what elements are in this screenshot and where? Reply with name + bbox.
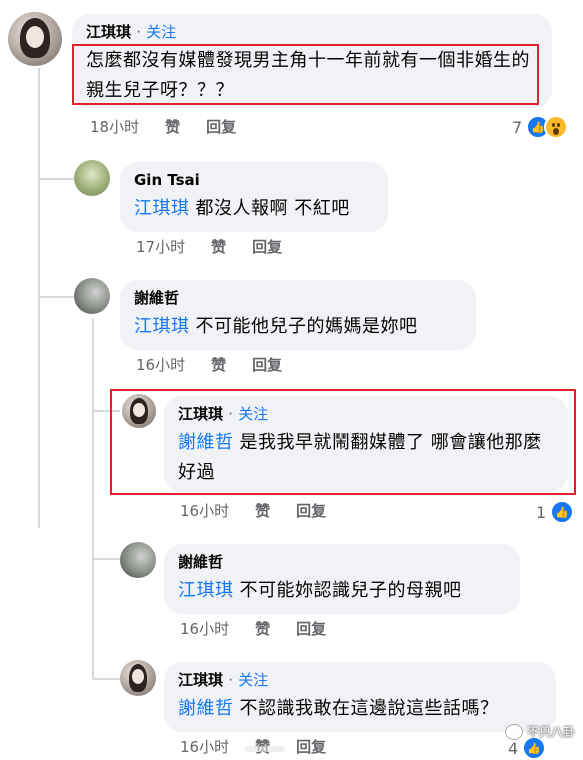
timestamp[interactable]: 16小时 [180,618,229,639]
author-name[interactable]: 謝維哲 [178,553,223,571]
reply-button[interactable]: 回复 [296,736,326,757]
comment-body: 不認識我敢在這邊說這些話嗎？ [239,698,499,719]
comment-header: 江琪琪 · 关注 [86,22,538,42]
author-name[interactable]: Gin Tsai [134,171,200,189]
watermark-logo [245,746,285,752]
comment-text: 謝維哲 不認識我敢在這邊說這些話嗎？ [178,694,542,724]
author-name[interactable]: 謝維哲 [134,289,179,307]
highlight-box [72,44,539,105]
comment-bubble: Gin Tsai 江琪琪 都沒人報啊 不紅吧 [120,162,388,232]
comment-text: 江琪琪 不可能妳認識兒子的母親吧 [178,576,506,606]
timestamp[interactable]: 16小时 [180,500,229,521]
avatar[interactable] [74,278,110,314]
comment-body: 都沒人報啊 不紅吧 [195,198,350,219]
comment-header: 謝維哲 [134,288,462,308]
comment-header: Gin Tsai [134,170,374,190]
thread-connector [38,178,74,180]
avatar[interactable] [120,660,156,696]
reaction-count: 1 [536,502,547,522]
thread-line-main [38,68,40,528]
wow-reaction-icon [544,115,569,139]
thread-connector [38,296,74,298]
comment-actions: 16小时 赞 回复 [136,354,282,375]
like-reaction-icon: 👍 [550,500,575,524]
reaction-summary[interactable]: 1 👍 [536,500,575,524]
timestamp[interactable]: 16小时 [180,736,229,757]
comment-actions: 18小时 赞 回复 [90,116,236,137]
mention-link[interactable]: 江琪琪 [134,198,190,219]
reply-button[interactable]: 回复 [252,236,282,257]
highlight-box [110,389,576,495]
timestamp[interactable]: 16小时 [136,354,185,375]
like-button[interactable]: 赞 [255,618,270,639]
reply-button[interactable]: 回复 [296,500,326,521]
timestamp[interactable]: 18小时 [90,116,139,137]
like-button[interactable]: 赞 [211,236,226,257]
separator: · [136,23,142,41]
like-button[interactable]: 赞 [211,354,226,375]
wechat-icon [504,723,523,740]
reaction-count: 4 [508,738,519,758]
author-name[interactable]: 江琪琪 [178,671,223,689]
thread-line-sub [92,318,94,678]
reply-button[interactable]: 回复 [296,618,326,639]
like-button[interactable]: 赞 [255,500,270,521]
comment-header: 江琪琪 · 关注 [178,670,542,690]
comment-text: 江琪琪 都沒人報啊 不紅吧 [134,194,374,224]
comment-text: 江琪琪 不可能他兒子的媽媽是妳吧 [134,312,462,342]
watermark: 不只八卦 [504,723,575,740]
like-button[interactable]: 赞 [165,116,180,137]
reply-button[interactable]: 回复 [252,354,282,375]
comment-bubble: 江琪琪 · 关注 謝維哲 不認識我敢在這邊說這些話嗎？ [164,662,556,732]
comment-actions: 16小时 赞 回复 [180,500,326,521]
separator: · [228,671,234,689]
comment-body: 不可能他兒子的媽媽是妳吧 [195,316,418,337]
watermark-text: 不只八卦 [526,725,575,739]
comment-bubble: 謝維哲 江琪琪 不可能他兒子的媽媽是妳吧 [120,280,476,350]
reply-button[interactable]: 回复 [206,116,236,137]
comment-body: 不可能妳認識兒子的母親吧 [239,580,462,601]
follow-link[interactable]: 关注 [146,23,176,41]
thread-connector [92,558,120,560]
comment-actions: 17小时 赞 回复 [136,236,282,257]
avatar[interactable] [120,542,156,578]
mention-link[interactable]: 謝維哲 [178,698,234,719]
comment-bubble: 謝維哲 江琪琪 不可能妳認識兒子的母親吧 [164,544,520,614]
comment-header: 謝維哲 [178,552,506,572]
avatar[interactable] [74,160,110,196]
timestamp[interactable]: 17小时 [136,236,185,257]
author-name[interactable]: 江琪琪 [86,23,131,41]
mention-link[interactable]: 江琪琪 [134,316,190,337]
mention-link[interactable]: 江琪琪 [178,580,234,601]
comment-actions: 16小时 赞 回复 [180,618,326,639]
avatar[interactable] [8,12,62,66]
reaction-summary[interactable]: 7 👍 [512,115,569,139]
follow-link[interactable]: 关注 [238,671,268,689]
thread-connector [92,678,120,680]
reaction-count: 7 [512,117,523,137]
